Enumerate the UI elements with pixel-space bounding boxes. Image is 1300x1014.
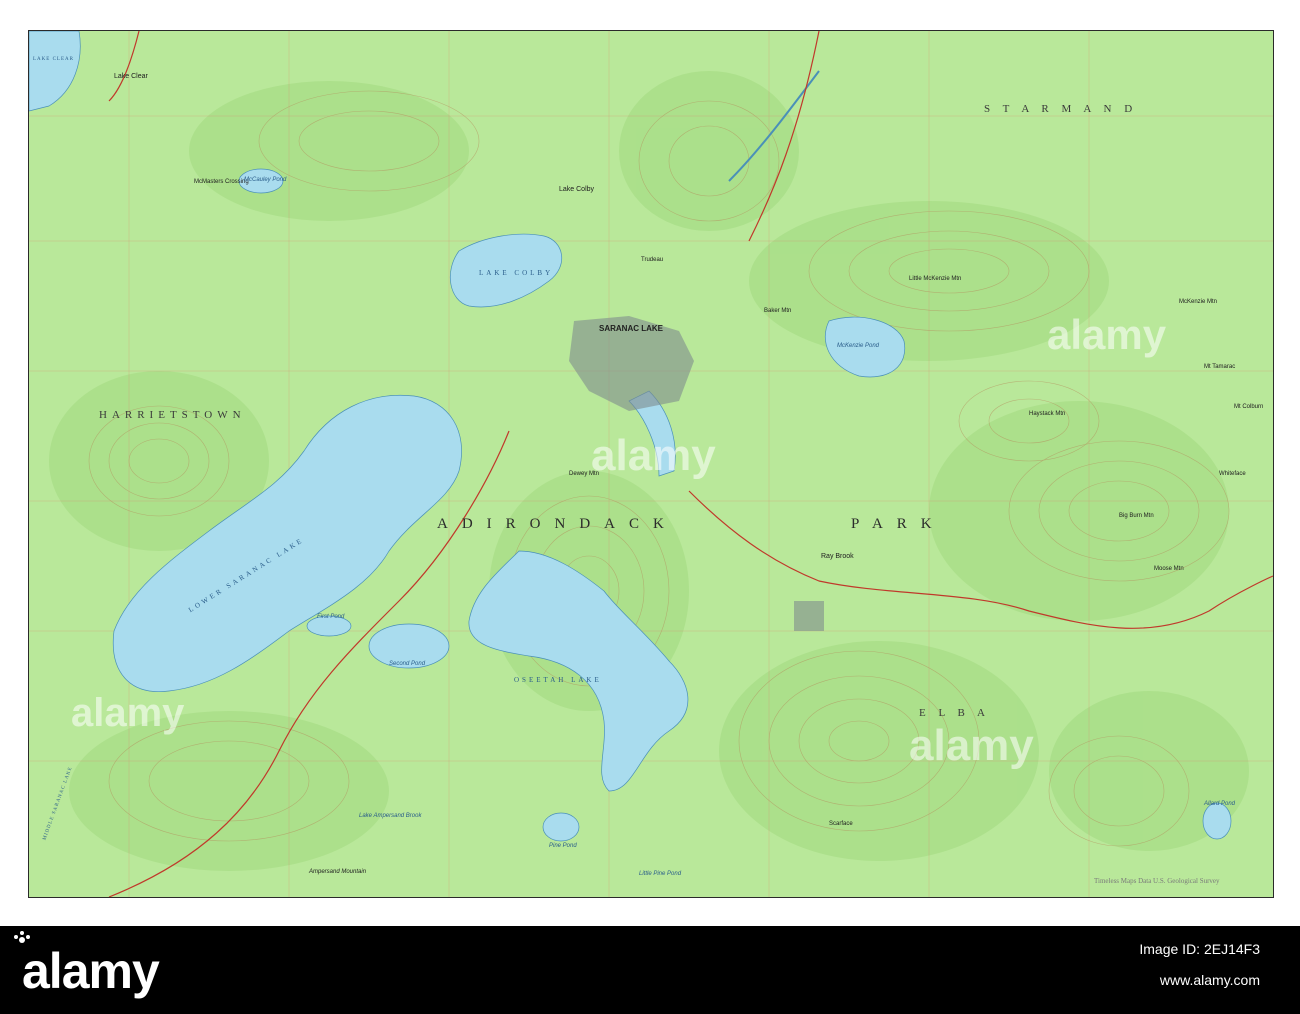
label-little-pine-pond: Little Pine Pond (639, 871, 682, 877)
town-saranac-lake: SARANAC LAKE (599, 324, 663, 333)
label-lake-colby: LAKE COLBY (479, 269, 554, 277)
label-mckenzie-pond: McKenzie Pond (837, 343, 880, 349)
pine-pond (542, 812, 580, 842)
town-mcmasters: McMasters Crossing (194, 179, 249, 185)
ray-brook-facility (794, 601, 824, 631)
label-pine-pond: Pine Pond (549, 843, 577, 849)
label-lake-ampersand: Lake Ampersand Brook (359, 813, 422, 819)
peak-haystack: Haystack Mtn (1029, 411, 1066, 417)
region-st-armand: S T A R M A N D (984, 103, 1138, 115)
label-second-pond: Second Pond (389, 661, 426, 667)
watermark-left: alamy (71, 691, 185, 735)
footer-bar: alamy Image ID: 2EJ14F3 www.alamy.com (0, 926, 1300, 1014)
label-lake-clear: LAKE CLEAR (33, 57, 74, 62)
region-adirondack: ADIRONDACK (437, 516, 678, 532)
label-first-pond: First Pond (317, 614, 345, 620)
peak-mt-tamarac: Mt Tamarac (1204, 364, 1236, 370)
town-whiteface: Whiteface (1219, 471, 1246, 477)
peak-mckenzie: McKenzie Mtn (1179, 299, 1218, 305)
peak-ampersand: Ampersand Mountain (309, 869, 367, 875)
region-park: PARK (851, 516, 946, 532)
peak-big-burn: Big Burn Mtn (1119, 513, 1154, 519)
label-allard-pond: Allard Pond (1204, 801, 1236, 807)
watermark-center: alamy (591, 431, 716, 480)
watermark-right-bottom: alamy (909, 721, 1034, 770)
topographic-map: HARRIETSTOWN S T A R M A N D ADIRONDACK … (28, 30, 1274, 898)
label-oseetah-lake: OSEETAH LAKE (514, 676, 602, 684)
town-lake-colby: Lake Colby (559, 186, 595, 193)
region-elba: E L B A (919, 707, 990, 719)
watermark-right-top: alamy (1047, 311, 1167, 358)
alamy-logo[interactable]: alamy (22, 942, 160, 1000)
site-url[interactable]: www.alamy.com (1160, 972, 1260, 988)
image-id: Image ID: 2EJ14F3 (1139, 941, 1260, 957)
label-mccauley-pond: McCauley Pond (244, 177, 287, 183)
allard-pond (1202, 802, 1232, 840)
town-trudeau: Trudeau (641, 257, 664, 263)
map-copyright: Timeless Maps Data U.S. Geological Surve… (1094, 877, 1220, 885)
town-lake-clear: Lake Clear (114, 73, 148, 80)
peak-baker: Baker Mtn (764, 308, 792, 314)
peak-moose: Moose Mtn (1154, 566, 1184, 572)
region-harrietstown: HARRIETSTOWN (99, 409, 246, 421)
peak-mt-colburn: Mt Colburn (1234, 404, 1264, 410)
town-ray-brook: Ray Brook (821, 553, 854, 560)
peak-little-mckenzie: Little McKenzie Mtn (909, 276, 962, 282)
peak-scarface: Scarface (829, 821, 853, 827)
